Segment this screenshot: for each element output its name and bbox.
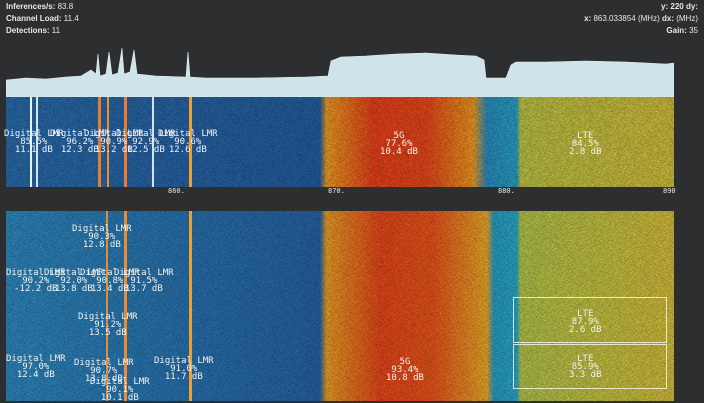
tick-label: 890 — [663, 187, 676, 195]
detection-label-lte[interactable]: LTE 85.9% 3.3 dB — [569, 355, 602, 380]
detection-label[interactable]: Digital LMR 90.1% 10.1 dB — [90, 378, 150, 403]
detection-label[interactable]: Digital LMR 91.2% 13.5 dB — [78, 313, 138, 338]
detection-label-lte[interactable]: LTE 87.9% 2.6 dB — [569, 310, 602, 335]
detection-label-lte[interactable]: LTE 84.5% 2.8 dB — [569, 132, 602, 157]
inferences-stat: Inferences/s: 83.8 — [6, 2, 74, 11]
cursor-readout: y: 220 dy: x: 863.033854 (MHz) dx: (MHz)… — [584, 1, 698, 37]
spectrum-plot[interactable] — [6, 40, 674, 97]
detection-label-5g[interactable]: 5G 93.4% 10.8 dB — [386, 358, 424, 383]
stats-panel: Inferences/s: 83.8 Channel Load: 11.4 De… — [6, 1, 79, 37]
detection-label[interactable]: Digital LMR 91.0% 11.7 dB — [154, 357, 214, 382]
y-readout: y: 220 dy: — [661, 2, 698, 11]
detection-label[interactable]: Digital LMR 91.5% 13.7 dB — [114, 269, 174, 294]
gain-readout: Gain: 35 — [666, 26, 698, 35]
frequency-axis: 860. 870. 880. 890 — [6, 187, 704, 199]
x-readout: x: 863.033854 (MHz) dx: (MHz) — [584, 14, 698, 23]
detection-label-5g[interactable]: 5G 77.6% 10.4 dB — [380, 132, 418, 157]
detection-label[interactable]: Digital LMR 90.6% 12.6 dB — [158, 130, 218, 155]
tick-label: 860. — [168, 187, 185, 195]
detection-label[interactable]: Digital LMR 90.3% 12.8 dB — [72, 225, 132, 250]
detection-label[interactable]: Digital LMR 97.0% 12.4 dB — [6, 355, 66, 380]
detections-stat: Detections: 11 — [6, 26, 61, 35]
tick-label: 870. — [328, 187, 345, 195]
channel-load-stat: Channel Load: 11.4 — [6, 14, 79, 23]
spectrum-trace — [6, 47, 674, 97]
tick-label: 880. — [498, 187, 515, 195]
